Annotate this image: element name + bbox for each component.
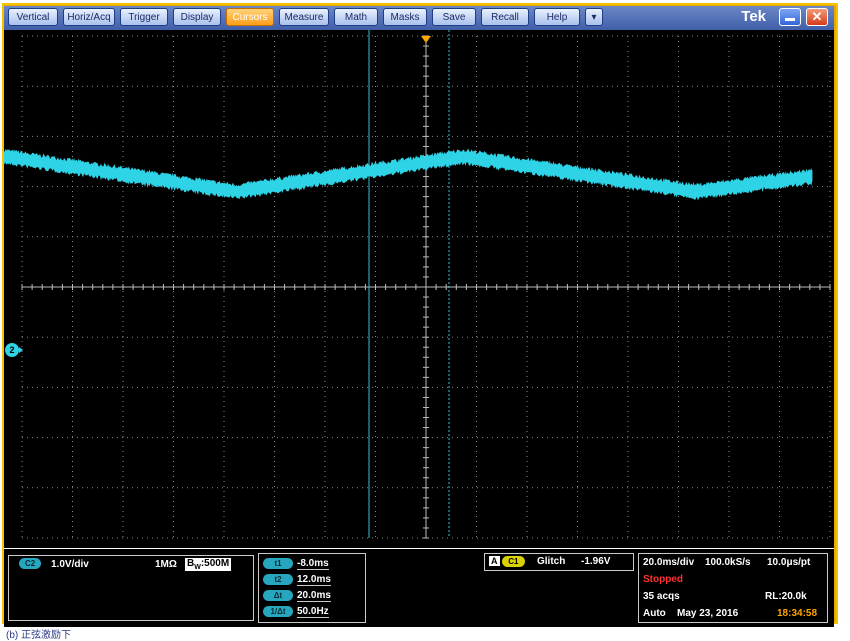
acquisition-date: May 23, 2016 xyxy=(677,608,739,619)
menu-button-trigger[interactable]: Trigger xyxy=(120,8,168,26)
cursor-row: t2 12.0ms xyxy=(263,574,331,586)
figure-caption: (b) 正弦激励下 xyxy=(6,630,71,641)
cursor-value: 12.0ms xyxy=(297,574,331,586)
menu-button-vertical[interactable]: Vertical xyxy=(8,8,58,26)
menu-button-[interactable]: ▾ xyxy=(585,8,603,26)
status-bar: C2 1.0V/div 1MΩ BW:500M t1 -8.0ms t2 12.0ms… xyxy=(4,548,834,627)
trigger-type: Glitch xyxy=(537,556,566,567)
acquisition-count: 35 acqs xyxy=(643,591,680,602)
trigger-source-badge: C1 xyxy=(502,556,525,567)
sample-rate: 100.0kS/s xyxy=(705,557,751,568)
record-length: RL:20.0k xyxy=(765,591,807,602)
menu-button-help[interactable]: Help xyxy=(534,8,580,26)
menu-button-measure[interactable]: Measure xyxy=(279,8,329,26)
minimize-button[interactable] xyxy=(779,8,801,26)
time-per-point: 10.0μs/pt xyxy=(767,557,811,568)
menu-button-cursors[interactable]: Cursors xyxy=(226,8,274,26)
menu-button-recall[interactable]: Recall xyxy=(481,8,529,26)
cursor-value: -8.0ms xyxy=(297,558,329,570)
vertical-scale: 1.0V/div xyxy=(51,559,89,570)
acquisition-time: 18:34:58 xyxy=(777,608,818,619)
channel-2-marker-label: 2 xyxy=(9,345,14,355)
cursor-readout[interactable]: t1 -8.0ms t2 12.0ms Δt 20.0ms 1/Δt 50.0Hz xyxy=(258,553,366,623)
acquisition-mode: Auto xyxy=(643,608,666,619)
cursor-badge: 1/Δt xyxy=(263,606,293,617)
input-impedance: 1MΩ xyxy=(155,559,177,570)
acquisition-readout[interactable]: 20.0ms/div 100.0kS/s 10.0μs/pt Stopped 3… xyxy=(638,553,828,623)
menu-bar: Tek ✕ Vertical Horiz/Acq Trigger Display Cur… xyxy=(4,6,834,30)
timebase: 20.0ms/div xyxy=(643,557,695,568)
cursor-row: t1 -8.0ms xyxy=(263,558,329,570)
cursor-badge: t2 xyxy=(263,574,293,585)
menu-button-save[interactable]: Save xyxy=(432,8,476,26)
channel-readout[interactable]: C2 1.0V/div 1MΩ BW:500M xyxy=(8,555,254,621)
menu-button-display[interactable]: Display xyxy=(173,8,221,26)
cursor-value: 50.0Hz xyxy=(297,606,329,618)
close-button[interactable]: ✕ xyxy=(806,8,828,26)
acquisition-state: Stopped xyxy=(643,574,683,585)
cursor-badge: Δt xyxy=(263,590,293,601)
graticule: 2 xyxy=(4,30,831,539)
trigger-level: -1.96V xyxy=(581,556,611,567)
channel-badge[interactable]: C2 xyxy=(19,558,42,569)
cursor-row: 1/Δt 50.0Hz xyxy=(263,606,329,618)
menu-button-math[interactable]: Math xyxy=(334,8,378,26)
bandwidth-limit: BW:500M xyxy=(185,558,232,571)
cursor-row: Δt 20.0ms xyxy=(263,590,331,602)
tek-logo: Tek xyxy=(741,8,766,25)
menu-button-horiz-acq[interactable]: Horiz/Acq xyxy=(63,8,115,26)
cursor-value: 20.0ms xyxy=(297,590,331,602)
channel-2-waveform xyxy=(4,148,813,201)
waveform-display[interactable]: 2 xyxy=(4,30,834,548)
trigger-mode-badge: A xyxy=(489,556,500,566)
trigger-position-marker xyxy=(421,36,431,43)
cursor-badge: t1 xyxy=(263,558,293,569)
channel-2-marker-arrow xyxy=(19,347,23,353)
trigger-readout[interactable]: A C1 Glitch -1.96V xyxy=(484,553,634,571)
menu-button-masks[interactable]: Masks xyxy=(383,8,427,26)
